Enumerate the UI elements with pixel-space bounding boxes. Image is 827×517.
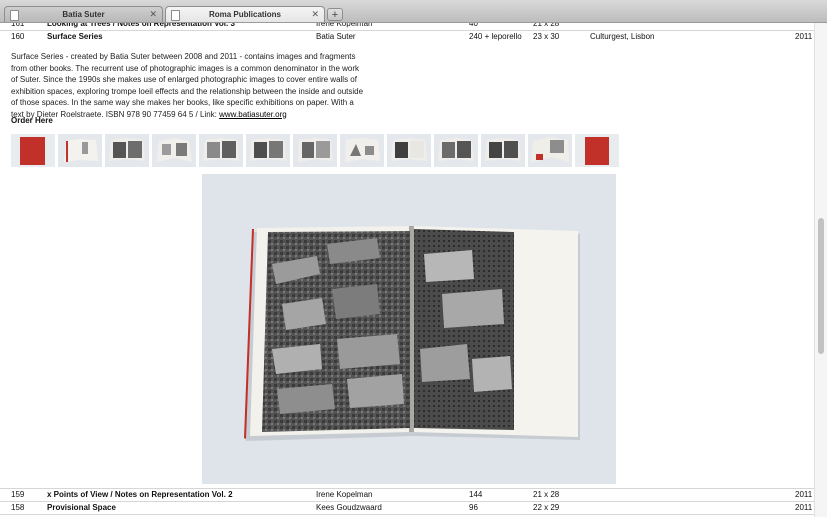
thumbnail[interactable] xyxy=(434,134,478,167)
description-text: Surface Series - created by Batia Suter … xyxy=(11,52,364,119)
thumbnail[interactable] xyxy=(246,134,290,167)
book-description: Surface Series - created by Batia Suter … xyxy=(11,51,366,120)
thumbnail[interactable] xyxy=(481,134,525,167)
tab-label: Roma Publications xyxy=(208,10,281,19)
vertical-scrollbar[interactable] xyxy=(814,22,827,517)
row-title[interactable]: Surface Series xyxy=(47,30,103,43)
book-photo xyxy=(202,174,616,484)
row-pages: 96 xyxy=(469,503,478,512)
order-here-link[interactable]: Order Here xyxy=(11,116,53,125)
row-number: 159 xyxy=(11,490,25,499)
table-row[interactable]: 158 Provisional Space Kees Goudzwaard 96… xyxy=(0,501,815,514)
tab-roma-publications[interactable]: Roma Publications ✕ xyxy=(165,6,325,22)
row-number: 160 xyxy=(11,32,25,41)
thumbnail[interactable] xyxy=(152,134,196,167)
row-author: Kees Goudzwaard xyxy=(316,503,382,512)
thumbnail[interactable] xyxy=(340,134,384,167)
close-icon[interactable]: ✕ xyxy=(311,9,319,20)
row-title[interactable]: Provisional Space xyxy=(47,501,116,514)
thumbnail[interactable] xyxy=(293,134,337,167)
table-row[interactable]: 160 Surface Series Batia Suter 240 + lep… xyxy=(0,30,815,43)
plus-icon[interactable]: + xyxy=(327,8,343,21)
row-number: 158 xyxy=(11,503,25,512)
close-icon[interactable]: ✕ xyxy=(149,9,157,20)
thumbnail[interactable] xyxy=(58,134,102,167)
row-year: 2011 xyxy=(795,32,813,41)
row-author: Irene Kopelman xyxy=(316,490,373,499)
row-year: 2011 xyxy=(795,490,813,499)
thumbnail[interactable] xyxy=(575,134,619,167)
row-author: Batia Suter xyxy=(316,32,356,41)
thumbnail[interactable] xyxy=(387,134,431,167)
scrollbar-thumb[interactable] xyxy=(818,218,824,354)
thumbnail[interactable] xyxy=(199,134,243,167)
row-size: 21 x 28 xyxy=(533,490,560,499)
row-pages: 144 xyxy=(469,490,483,499)
row-pages: 240 + leporello xyxy=(469,32,522,41)
tab-label: Batia Suter xyxy=(62,10,105,19)
row-publisher: Culturgest, Lisbon xyxy=(590,32,655,41)
row-year: 2011 xyxy=(795,503,813,512)
table-row[interactable]: 159 x Points of View / Notes on Represen… xyxy=(0,488,815,501)
row-size: 23 x 30 xyxy=(533,32,560,41)
row-size: 22 x 29 xyxy=(533,503,560,512)
row-divider xyxy=(0,514,815,515)
tab-batia-suter[interactable]: Batia Suter ✕ xyxy=(4,6,163,22)
thumbnail[interactable] xyxy=(105,134,149,167)
tab-bar: Batia Suter ✕ Roma Publications ✕ + xyxy=(0,0,827,23)
row-title[interactable]: x Points of View / Notes on Representati… xyxy=(47,488,233,501)
thumbnail[interactable] xyxy=(11,134,55,167)
website-link[interactable]: www.batiasuter.org xyxy=(219,110,287,119)
thumbnail[interactable] xyxy=(528,134,572,167)
